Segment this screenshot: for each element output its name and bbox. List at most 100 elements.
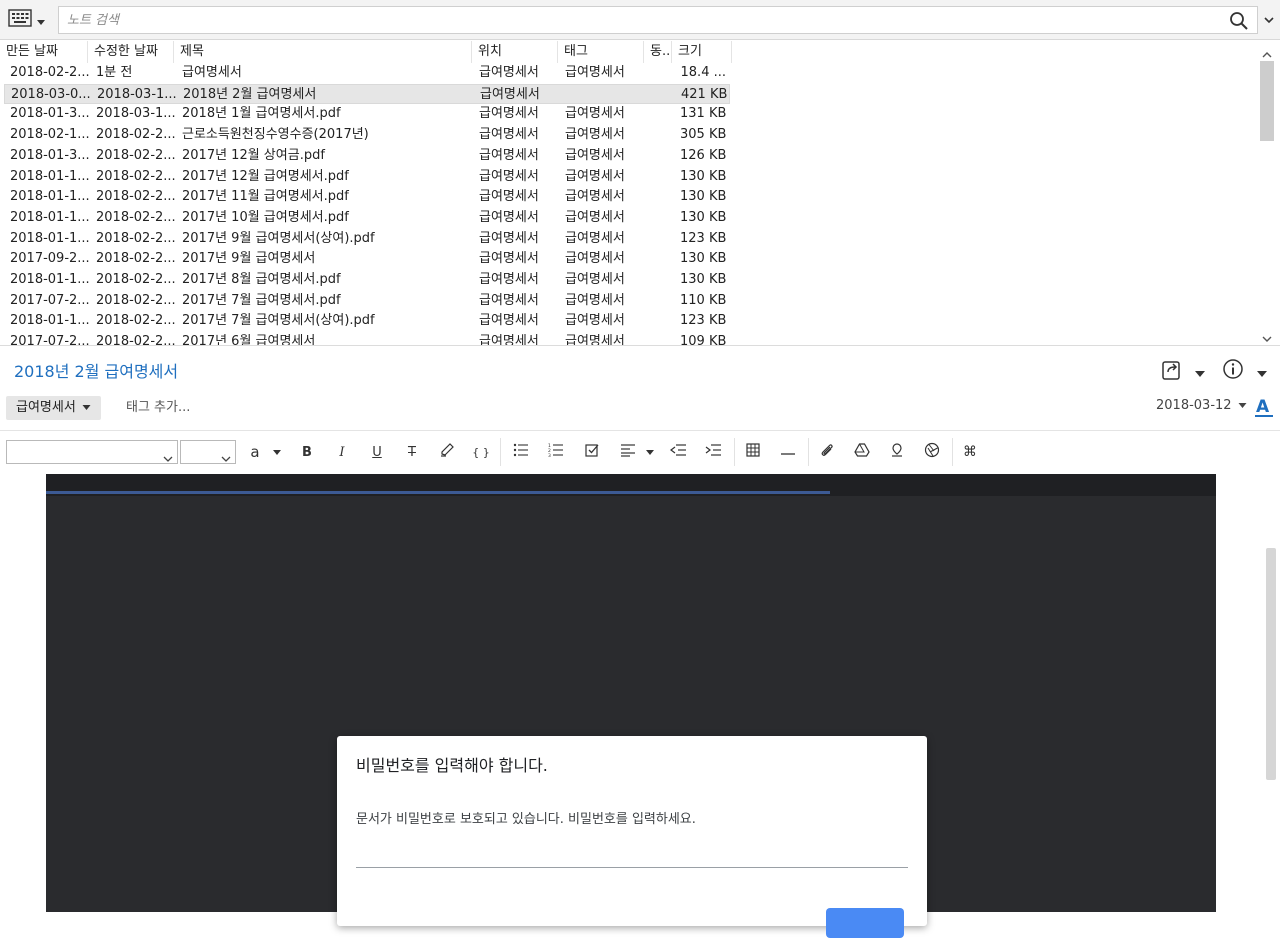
- cell-modified: 2018-02-2...: [96, 189, 176, 205]
- note-list-row[interactable]: 2018-01-1... 2018-02-2... 2017년 12월 급여명세서.…: [4, 167, 730, 188]
- cell-sync: [650, 85, 676, 106]
- caret-down-icon: [645, 445, 655, 460]
- cell-location: 급여명세서: [479, 334, 539, 345]
- highlight-button[interactable]: [436, 442, 458, 462]
- font-color-label: a: [250, 443, 260, 461]
- location-button[interactable]: [886, 442, 908, 462]
- note-list-row[interactable]: 2018-01-1... 2018-02-2... 2017년 11월 급여명세서.…: [4, 187, 730, 208]
- editor-scroll-thumb[interactable]: [1266, 548, 1276, 780]
- highlighter-icon: [439, 442, 455, 462]
- bullet-list-button[interactable]: [510, 442, 532, 462]
- insert-table-button[interactable]: [742, 442, 764, 462]
- cell-created: 2018-02-2...: [10, 65, 90, 80]
- google-drive-button[interactable]: [851, 442, 873, 462]
- bold-icon: B: [302, 444, 312, 460]
- note-date-selector[interactable]: 2018-03-12: [1156, 398, 1247, 413]
- view-switch-button[interactable]: [8, 8, 50, 32]
- outdent-button[interactable]: [667, 442, 689, 462]
- note-list-row[interactable]: 2018-01-1... 2018-02-2... 2017년 7월 급여명세서(상…: [4, 311, 730, 332]
- note-list-row[interactable]: 2018-02-2... 1분 전 급여명세서 급여명세서 급여명세서 18.4 ...: [4, 63, 730, 84]
- cell-tag: 급여명세서: [565, 292, 625, 308]
- caret-down-icon[interactable]: [1194, 364, 1206, 377]
- underline-button[interactable]: U: [366, 442, 388, 462]
- scroll-up-icon[interactable]: [1260, 45, 1274, 58]
- cell-modified: 2018-02-2...: [96, 334, 176, 345]
- bold-button[interactable]: B: [296, 442, 318, 462]
- numbered-list-button[interactable]: 123: [545, 442, 567, 462]
- note-list-row[interactable]: 2017-07-2... 2018-02-2... 2017년 7월 급여명세서.p…: [4, 291, 730, 312]
- indent-button[interactable]: [702, 442, 724, 462]
- note-list-row[interactable]: 2018-01-1... 2018-02-2... 2017년 10월 급여명세서.…: [4, 208, 730, 229]
- cell-sync: [649, 229, 675, 250]
- attach-file-button[interactable]: [816, 442, 838, 462]
- camera-button[interactable]: [921, 442, 943, 462]
- cell-created: 2018-01-1...: [10, 168, 90, 184]
- notebook-name: 급여명세서: [16, 400, 76, 415]
- password-dialog: 비밀번호를 입력해야 합니다. 문서가 비밀번호로 보호되고 있습니다. 비밀번…: [337, 736, 927, 938]
- cell-title: 2017년 11월 급여명세서.pdf: [182, 189, 349, 205]
- list-scrollbar[interactable]: [1256, 41, 1280, 345]
- cell-size: 130 KB: [680, 189, 727, 205]
- horizontal-rule-button[interactable]: [777, 442, 799, 462]
- note-editor[interactable]: 비밀번호를 입력해야 합니다. 문서가 비밀번호로 보호되고 있습니다. 비밀번…: [0, 474, 1280, 938]
- chevron-down-icon: [221, 448, 231, 462]
- cell-location: 급여명세서: [479, 251, 539, 267]
- align-dropdown[interactable]: [641, 442, 659, 462]
- column-header-tag[interactable]: 태그: [558, 41, 644, 63]
- font-color-dropdown[interactable]: [268, 442, 286, 462]
- dialog-title: 비밀번호를 입력해야 합니다.: [356, 756, 548, 775]
- submit-button[interactable]: [826, 908, 904, 938]
- info-icon[interactable]: [1222, 358, 1244, 380]
- font-size-select[interactable]: [180, 440, 236, 464]
- paperclip-icon: [819, 442, 835, 462]
- cell-title: 2017년 12월 상여금.pdf: [182, 147, 325, 163]
- note-list-row[interactable]: 2018-01-1... 2018-02-2... 2017년 8월 급여명세서.p…: [4, 270, 730, 291]
- checklist-button[interactable]: [581, 442, 603, 462]
- column-header-size[interactable]: 크기: [672, 41, 732, 63]
- header-divider: [0, 430, 1280, 431]
- cell-tag: 급여명세서: [565, 106, 625, 122]
- note-list-row[interactable]: 2018-03-0... 2018-03-1... 2018년 2월 급여명세서 급여…: [4, 83, 730, 106]
- column-header-sync[interactable]: 동...: [644, 41, 672, 63]
- align-button[interactable]: [617, 442, 639, 462]
- caret-down-icon[interactable]: [1256, 364, 1268, 377]
- note-list-row[interactable]: 2017-07-2... 2018-02-2... 2017년 6월 급여명세서 급여…: [4, 332, 730, 345]
- note-list-row[interactable]: 2018-01-3... 2018-03-1... 2018년 1월 급여명세서.p…: [4, 104, 730, 125]
- chevron-down-icon: [163, 448, 173, 462]
- share-icon[interactable]: [1160, 358, 1184, 382]
- column-header-created[interactable]: 만든 날짜: [0, 41, 88, 63]
- font-color-icon[interactable]: A: [1254, 396, 1274, 420]
- pdf-viewer[interactable]: 비밀번호를 입력해야 합니다. 문서가 비밀번호로 보호되고 있습니다. 비밀번…: [46, 474, 1216, 938]
- chevron-down-icon[interactable]: [1262, 12, 1276, 28]
- notebook-selector[interactable]: 급여명세서: [6, 396, 101, 420]
- scroll-down-icon[interactable]: [1260, 329, 1274, 342]
- note-list-row[interactable]: 2018-01-1... 2018-02-2... 2017년 9월 급여명세서(상…: [4, 229, 730, 250]
- note-title[interactable]: 2018년 2월 급여명세서: [14, 358, 178, 382]
- search-input[interactable]: [67, 7, 1217, 33]
- cell-location: 급여명세서: [479, 65, 539, 80]
- cell-sync: [649, 332, 675, 345]
- password-input[interactable]: [356, 842, 908, 868]
- search-icon[interactable]: [1229, 11, 1249, 31]
- note-list-row[interactable]: 2018-02-1... 2018-02-2... 근로소득원천징수영수증(2017…: [4, 125, 730, 146]
- column-header-modified[interactable]: 수정한 날짜: [88, 41, 174, 63]
- list-scroll-thumb[interactable]: [1260, 61, 1274, 141]
- code-block-button[interactable]: { }: [470, 442, 492, 462]
- underline-icon: U: [372, 444, 382, 460]
- cell-title: 2017년 8월 급여명세서.pdf: [182, 272, 341, 287]
- shortcut-button[interactable]: ⌘: [959, 442, 981, 462]
- pdf-toolbar: [46, 474, 1216, 496]
- cell-created: 2017-07-2...: [10, 292, 90, 308]
- italic-button[interactable]: I: [331, 442, 353, 462]
- note-list-row[interactable]: 2017-09-2... 2018-02-2... 2017년 9월 급여명세서 급여…: [4, 249, 730, 270]
- font-color-button[interactable]: a: [244, 442, 266, 462]
- cell-title: 2017년 9월 급여명세서: [182, 251, 316, 267]
- cell-size: 109 KB: [680, 334, 727, 345]
- font-family-select[interactable]: [6, 440, 178, 464]
- note-list-row[interactable]: 2018-01-3... 2018-02-2... 2017년 12월 상여금.pd…: [4, 146, 730, 167]
- strikethrough-button[interactable]: T: [401, 442, 423, 462]
- column-header-location[interactable]: 위치: [472, 41, 558, 63]
- column-header-title[interactable]: 제목: [174, 41, 472, 63]
- add-tag-input[interactable]: 태그 추가...: [126, 396, 190, 420]
- search-bar: [0, 0, 1280, 40]
